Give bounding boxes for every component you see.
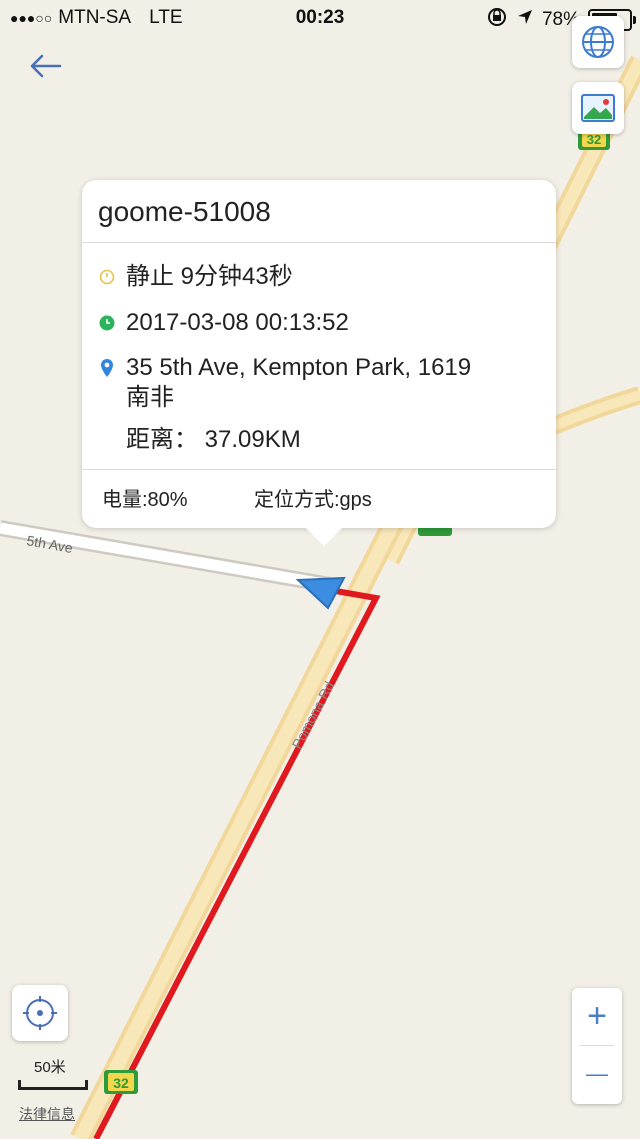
stopwatch-icon (98, 262, 116, 292)
image-icon (581, 94, 615, 122)
address-row: 35 5th Ave, Kempton Park, 1619 南非 (98, 353, 540, 413)
locate-button[interactable] (12, 985, 68, 1041)
route-shield-bottom: 32 (104, 1070, 138, 1094)
device-info-popup: goome-51008 静止 9分钟43秒 2017-03-08 00:13:5… (82, 180, 556, 546)
map-canvas[interactable]: 5th Ave Pomona Rd 32 32 (0, 0, 640, 1139)
back-arrow-icon (30, 54, 62, 78)
timestamp-text: 2017-03-08 00:13:52 (126, 309, 349, 336)
scale-bar (18, 1080, 88, 1090)
state-row: 静止 9分钟43秒 (98, 262, 540, 292)
status-bar: ●●●○○ MTN-SA LTE 00:23 78% (0, 0, 640, 36)
state-text: 静止 9分钟43秒 (126, 263, 293, 290)
location-arrow-icon (516, 8, 534, 32)
svg-text:32: 32 (113, 1075, 129, 1091)
popup-divider-top (82, 242, 556, 243)
positioning-text: 定位方式:gps (254, 489, 372, 511)
globe-icon (582, 26, 614, 58)
address-line-1: 35 5th Ave, Kempton Park, 1619 (126, 354, 472, 381)
satellite-view-button[interactable] (572, 82, 624, 134)
zoom-out-button[interactable]: — (572, 1046, 622, 1102)
distance-row: 距离： 37.09KM (126, 425, 540, 455)
back-button[interactable] (24, 46, 72, 86)
rotation-lock-icon (486, 6, 508, 34)
map-layer-button[interactable] (572, 16, 624, 68)
legal-info-link[interactable]: 法律信息 (19, 1104, 75, 1124)
address-line-2: 南非 (126, 384, 174, 411)
crosshair-icon (23, 996, 57, 1030)
location-pin-icon (98, 353, 116, 383)
zoom-in-button[interactable]: + (572, 988, 622, 1044)
clock-icon (98, 308, 116, 338)
popup-divider-bottom (82, 469, 556, 470)
time-row: 2017-03-08 00:13:52 (98, 308, 540, 338)
device-name: goome-51008 (98, 196, 271, 227)
zoom-control: + — (572, 988, 622, 1104)
scale-label: 50米 (34, 1059, 66, 1076)
svg-text:32: 32 (587, 132, 601, 147)
battery-text: 电量:80% (102, 489, 188, 511)
distance-text: 距离： 37.09KM (126, 426, 301, 453)
